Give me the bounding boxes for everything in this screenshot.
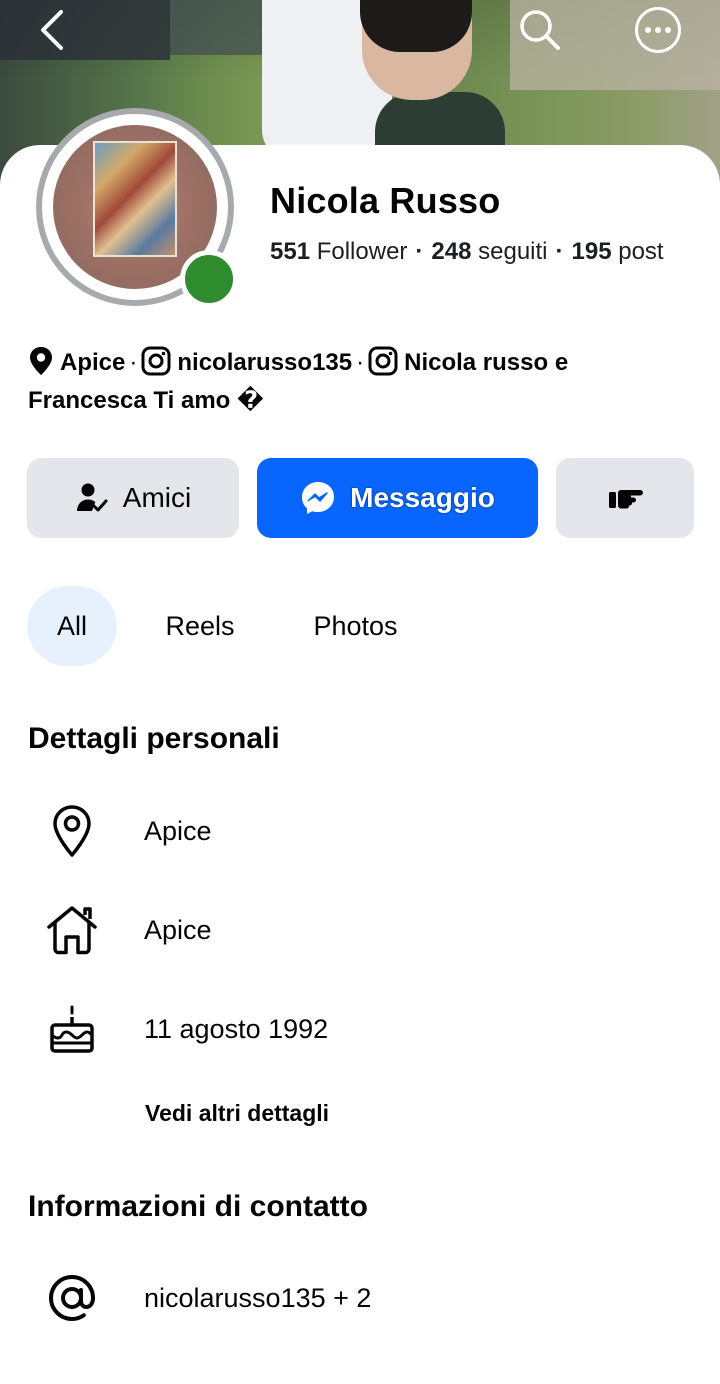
bio-instagram-1[interactable]: nicolarusso135 xyxy=(177,349,352,376)
friends-button[interactable]: Amici xyxy=(27,458,239,538)
detail-row-birthday[interactable]: 11 agosto 1992 xyxy=(0,994,720,1064)
tab-reels[interactable]: Reels xyxy=(152,586,248,666)
contact-row-username[interactable]: nicolarusso135 + 2 xyxy=(0,1263,720,1333)
contact-username-text: nicolarusso135 + 2 xyxy=(144,1282,372,1313)
tab-all[interactable]: All xyxy=(27,586,117,666)
avatar-collage xyxy=(93,141,177,257)
more-dots-icon xyxy=(635,7,681,53)
location-pin-icon xyxy=(28,346,54,385)
pointing-hand-icon xyxy=(609,490,643,509)
cover-photo-child-hair xyxy=(360,0,472,52)
see-more-details-link[interactable]: Vedi altri dettagli xyxy=(145,1100,329,1127)
profile-name: Nicola Russo xyxy=(270,180,501,221)
profile-bio: Apice · nicolarusso135 · Nicola russo e Fra… xyxy=(28,346,688,417)
detail-hometown-text: Apice xyxy=(144,914,212,945)
profile-stats: 551 Follower · 248 seguiti · 195 post xyxy=(270,238,664,265)
detail-row-hometown[interactable]: Apice xyxy=(0,895,720,965)
more-options-button[interactable] xyxy=(634,6,682,54)
message-button-label: Messaggio xyxy=(350,482,495,513)
following-stat[interactable]: 248 seguiti xyxy=(431,238,547,265)
tab-photos[interactable]: Photos xyxy=(298,586,413,666)
search-button[interactable] xyxy=(516,6,564,54)
back-button[interactable] xyxy=(28,6,76,54)
contact-info-title: Informazioni di contatto xyxy=(28,1190,368,1223)
at-sign-icon xyxy=(0,1270,144,1326)
back-arrow-icon xyxy=(41,10,63,50)
followers-stat[interactable]: 551 Follower xyxy=(270,238,407,265)
detail-birthday-text: 11 agosto 1992 xyxy=(144,1013,329,1044)
personal-details-title: Dettagli personali xyxy=(28,722,280,755)
bio-location[interactable]: Apice xyxy=(60,349,125,376)
instagram-icon xyxy=(141,346,171,385)
birthday-cake-icon xyxy=(0,1003,144,1055)
instagram-icon-2 xyxy=(368,346,398,385)
messenger-icon xyxy=(302,482,335,514)
posts-stat[interactable]: 195 post xyxy=(572,238,664,265)
detail-location-text: Apice xyxy=(144,815,212,846)
online-status-indicator xyxy=(180,250,238,308)
location-pin-icon xyxy=(0,803,144,859)
friend-check-icon xyxy=(76,483,108,512)
poke-button[interactable] xyxy=(556,458,694,538)
friends-button-label: Amici xyxy=(122,482,192,513)
search-icon xyxy=(520,10,560,50)
cover-photo-fence xyxy=(0,0,170,60)
detail-row-location[interactable]: Apice xyxy=(0,796,720,866)
home-icon xyxy=(0,903,144,957)
message-button[interactable]: Messaggio xyxy=(257,458,538,538)
